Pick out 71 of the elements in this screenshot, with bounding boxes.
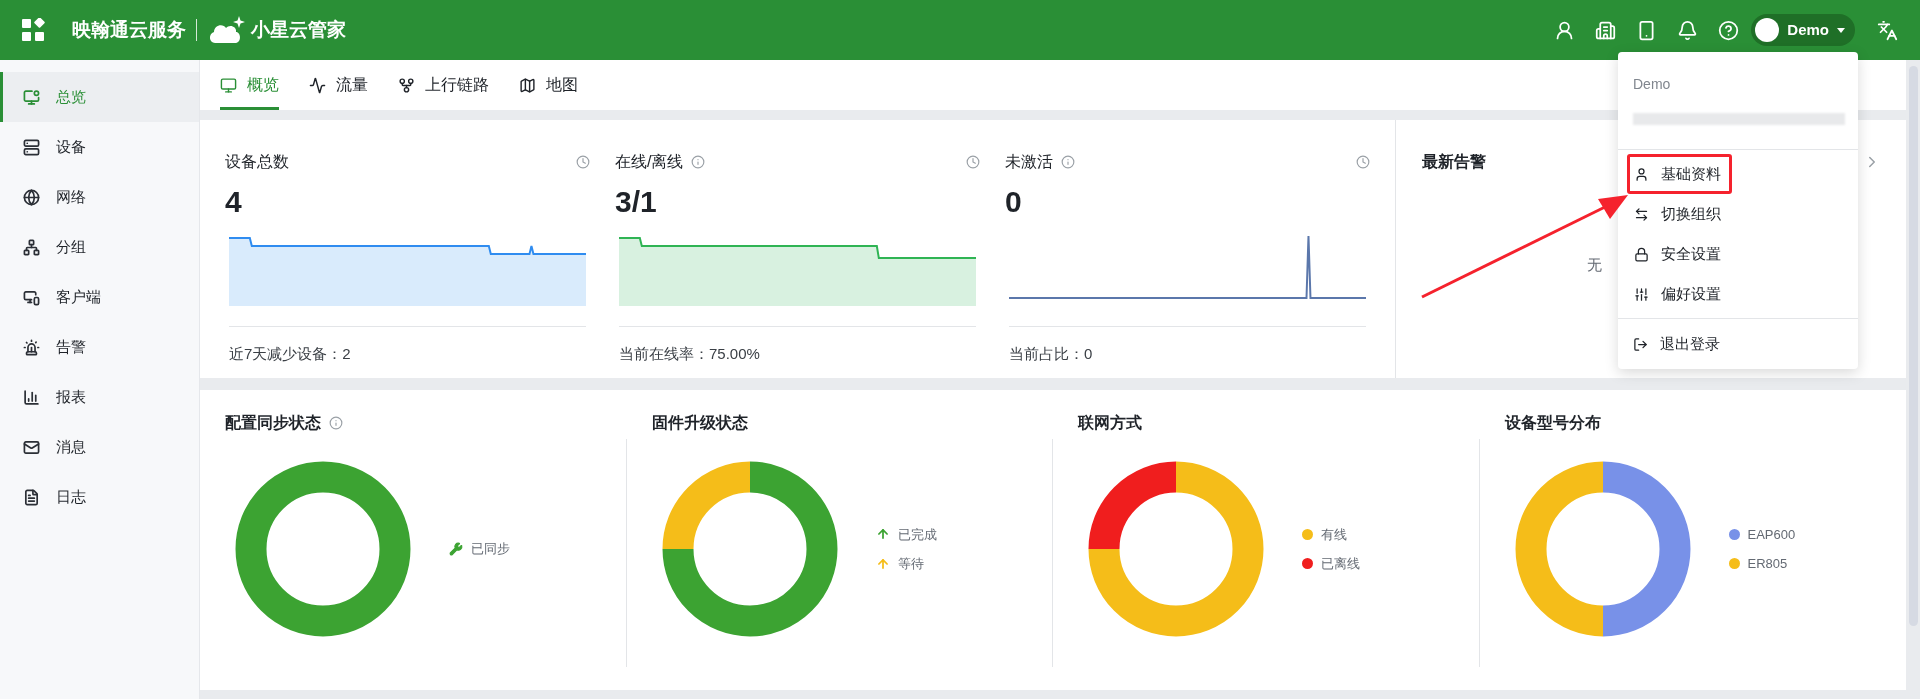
user-icon (1634, 166, 1649, 182)
pulse-icon (309, 76, 326, 94)
stat-value: 4 (225, 184, 243, 220)
legend-label: 有线 (1321, 525, 1347, 544)
chart-title: 固件升级状态 (651, 413, 748, 433)
apps-logo-icon (22, 18, 48, 42)
building-icon[interactable] (1595, 19, 1617, 41)
sidebar-item[interactable]: 报表 (0, 372, 199, 422)
sidebar-item[interactable]: 告警 (0, 322, 199, 372)
bell-icon[interactable] (1677, 19, 1699, 41)
sliders-icon (1634, 286, 1649, 302)
legend-label: EAP600 (1747, 525, 1796, 544)
map-icon (519, 76, 536, 94)
menu-item[interactable]: 切换组织 (1630, 197, 1725, 231)
siren-icon (23, 338, 40, 356)
legend-label: 等待 (897, 555, 924, 573)
stat-title: 在线/离线 (615, 152, 684, 172)
chart-title: 配置同步状态 (225, 413, 321, 433)
clock-icon (576, 155, 590, 169)
sidebar-item[interactable]: 日志 (0, 472, 199, 522)
server-icon (23, 138, 40, 156)
legend-label: 已完成 (897, 525, 937, 544)
branch-icon (398, 76, 415, 94)
globe-icon (23, 188, 40, 206)
tab[interactable]: 上行链路 (398, 60, 489, 110)
clock-icon (1356, 155, 1370, 169)
sidebar-item[interactable]: 设备 (0, 122, 199, 172)
mail-icon (23, 438, 40, 456)
user-menu-button[interactable]: Demo (1751, 14, 1855, 46)
help-icon[interactable] (1718, 19, 1740, 41)
cloud-star-logo-icon (207, 15, 247, 45)
chart-title: 联网方式 (1078, 413, 1142, 433)
sidebar-item[interactable]: 客户端 (0, 272, 199, 322)
clock-icon (966, 155, 980, 169)
tab[interactable]: 流量 (309, 60, 368, 110)
brand-name: 映翰通云服务 (72, 17, 186, 42)
stat-title: 未激活 (1005, 152, 1053, 172)
menu-item[interactable]: 偏好设置 (1630, 277, 1725, 311)
stat-title: 设备总数 (225, 152, 289, 172)
monitor-icon (23, 88, 40, 106)
menu-user-name: Demo (1633, 75, 1672, 94)
logout-icon (1633, 336, 1648, 352)
legend-label: 已同步 (471, 540, 510, 559)
devices-icon (23, 288, 40, 306)
sidebar-item[interactable]: 分组 (0, 222, 199, 272)
translate-icon[interactable] (1877, 19, 1898, 41)
bar-chart-icon (23, 388, 40, 406)
chart-title: 设备型号分布 (1504, 413, 1601, 433)
tab[interactable]: 地图 (519, 60, 578, 110)
swap-icon (1634, 206, 1649, 222)
legend-label: 已离线 (1321, 555, 1360, 573)
stat-value: 3/1 (615, 184, 658, 220)
sidebar-item[interactable]: 消息 (0, 422, 199, 472)
stat-footer: 近7天减少设备：2 (225, 343, 590, 366)
caret-icon (1837, 27, 1845, 33)
sidebar-item[interactable]: 总览 (0, 72, 199, 122)
lock-icon (1634, 246, 1649, 262)
sidebar-item[interactable]: 网络 (0, 172, 199, 222)
product-name: 小星云管家 (251, 17, 346, 42)
legend-label: ER805 (1747, 555, 1788, 573)
monitor-icon (220, 76, 237, 94)
stat-value: 0 (1005, 184, 1023, 220)
menu-item[interactable]: 安全设置 (1630, 237, 1725, 271)
hierarchy-icon (23, 238, 40, 256)
logout-menu-item[interactable]: 退出登录 (1628, 324, 1848, 364)
stat-footer: 当前占比：0 (1005, 343, 1370, 366)
alerts-title: 最新告警 (1422, 152, 1486, 172)
document-icon (23, 488, 40, 506)
tab[interactable]: 概览 (220, 60, 279, 110)
menu-item[interactable]: 基础资料 (1630, 157, 1725, 191)
stat-footer: 当前在线率：75.00% (615, 343, 980, 366)
